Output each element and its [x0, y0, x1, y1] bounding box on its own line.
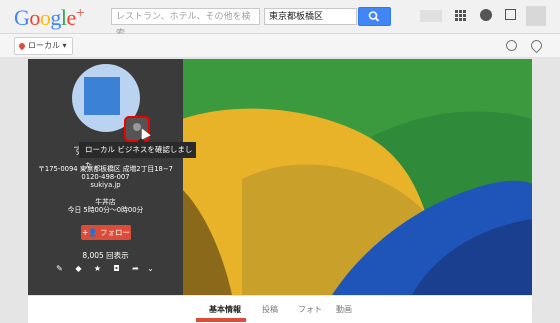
top-bar: Google+ レストラン、ホテル、その他を検索 東京都板橋区 [0, 0, 560, 39]
cover-image [182, 59, 532, 295]
view-count: 8,005 回表示 [82, 251, 129, 260]
camera-icon[interactable]: ◘ [112, 264, 121, 273]
tab-videos[interactable]: 動画 [336, 304, 352, 315]
share-plus-icon[interactable] [505, 9, 516, 20]
follow-label: フォロー [100, 228, 130, 237]
apps-grid-icon[interactable] [455, 10, 466, 21]
logo-letter: o [39, 5, 51, 30]
person-icon[interactable] [506, 40, 517, 51]
location-input[interactable]: 東京都板橋区 [264, 8, 357, 25]
logo-letter: e [66, 5, 77, 30]
tab-bar: 基本情報 投稿 フォト 動画 [28, 295, 532, 323]
cover-photo[interactable] [182, 59, 532, 295]
search-icon [368, 11, 380, 22]
tab-photos[interactable]: フォト [298, 304, 322, 315]
directions-icon[interactable]: ◆ [74, 264, 83, 273]
local-label: ローカル [28, 41, 60, 50]
active-tab-indicator [196, 318, 246, 322]
verified-tooltip: ローカル ビジネスを確認しました [79, 138, 196, 170]
local-dropdown-button[interactable]: ローカル ▾ [14, 37, 73, 55]
star-icon[interactable]: ★ [93, 264, 102, 273]
logo-plus: + [75, 5, 85, 22]
search-button[interactable] [358, 7, 391, 26]
logo-letter: G [14, 5, 30, 30]
add-person-icon: +👤 [81, 228, 98, 237]
website-link[interactable]: sukiya.jp [28, 181, 183, 189]
sub-bar: ローカル ▾ [0, 34, 560, 58]
edit-icon[interactable]: ✎ [55, 264, 64, 273]
notification-icon[interactable] [480, 9, 492, 21]
map-pin-icon [17, 41, 27, 50]
tab-basic-info[interactable]: 基本情報 [209, 304, 241, 315]
share-icon[interactable]: ➦ [131, 264, 140, 273]
address-text: 〒175-0094 東京都板橋区 成増2丁目18−7 [38, 165, 173, 173]
follow-button[interactable]: +👤 フォロー [81, 225, 131, 240]
tab-posts[interactable]: 投稿 [262, 304, 278, 315]
logo-letter: g [50, 5, 61, 30]
phone-text[interactable]: 0120-498-007 [28, 173, 183, 181]
search-input[interactable]: レストラン、ホテル、その他を検索 [111, 8, 260, 39]
google-plus-logo[interactable]: Google+ [14, 5, 85, 31]
hours-text: 今日 5時00分～0時00分 [67, 206, 144, 214]
avatar[interactable] [526, 6, 546, 26]
store-category: 牛丼店 [95, 198, 116, 206]
placeholder-box [420, 10, 442, 22]
profile-logo [84, 77, 120, 115]
chevron-down-icon[interactable]: ⌄ [146, 264, 155, 273]
logo-letter: o [29, 5, 40, 30]
